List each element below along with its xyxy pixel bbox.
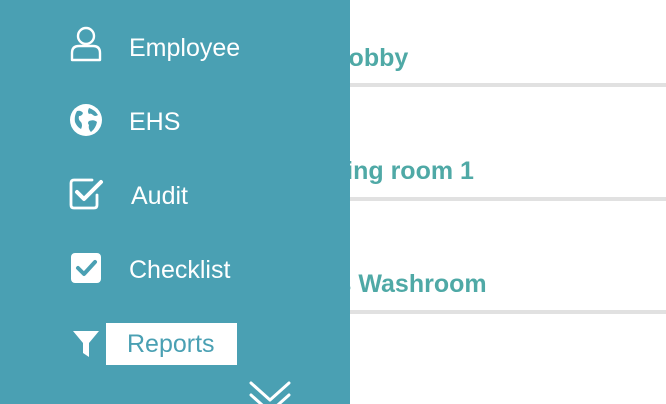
nav-item-audit[interactable]: Audit [0, 166, 350, 226]
list-divider [340, 83, 666, 87]
nav-item-checklist[interactable]: Checklist [0, 240, 350, 300]
list-divider [340, 197, 666, 201]
list-divider [340, 310, 666, 314]
chevron-down-icon[interactable] [248, 380, 292, 404]
side-drawer: Employee EHS Audit Checklist Reports [0, 0, 350, 404]
nav-item-label-active: Reports [106, 323, 237, 365]
nav-item-ehs[interactable]: EHS [0, 92, 350, 152]
checkbox-filled-icon [68, 250, 104, 286]
filter-icon [68, 326, 104, 362]
user-outline-icon [68, 26, 104, 62]
checkbox-outline-icon [68, 176, 104, 212]
nav-item-label: EHS [129, 108, 181, 136]
nav-item-label: Checklist [129, 256, 231, 284]
nav-item-label: Employee [129, 34, 241, 62]
nav-item-label: Audit [131, 182, 188, 210]
nav-item-reports[interactable]: Reports [0, 314, 350, 374]
globe-icon [68, 102, 104, 138]
nav-item-employee[interactable]: Employee [0, 18, 350, 78]
